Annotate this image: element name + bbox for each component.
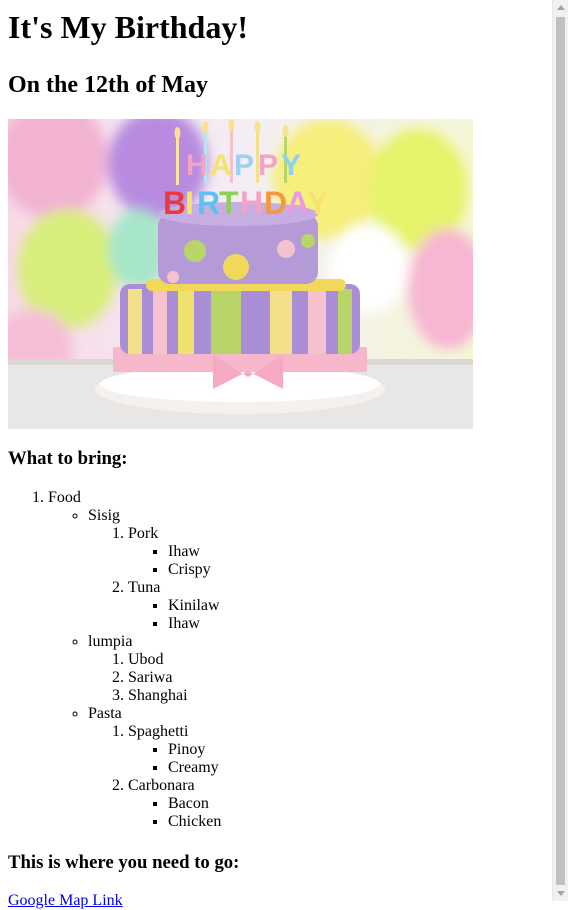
- svg-text:Y: Y: [281, 149, 301, 182]
- list-item: Kinilaw: [168, 597, 548, 615]
- sisig-sublist: Pork Ihaw Crispy Tuna Kinilaw Ihaw: [88, 525, 548, 633]
- list-item-sisig: Sisig Pork Ihaw Crispy Tuna Kinilaw Ihaw: [88, 507, 548, 633]
- list-item-label: Tuna: [128, 579, 161, 596]
- list-item-pork: Pork Ihaw Crispy: [128, 525, 548, 579]
- list-item-spaghetti: Spaghetti Pinoy Creamy: [128, 723, 548, 777]
- list-item: Bacon: [168, 795, 548, 813]
- scroll-up-arrow-icon[interactable]: [557, 5, 565, 10]
- tuna-sublist: Kinilaw Ihaw: [128, 597, 548, 633]
- list-item: Ihaw: [168, 615, 548, 633]
- svg-text:P: P: [258, 149, 278, 182]
- page-subtitle: On the 12th of May: [8, 72, 208, 98]
- svg-text:B: B: [163, 185, 186, 221]
- list-item-label: Sisig: [88, 507, 121, 524]
- svg-text:A: A: [210, 149, 232, 182]
- svg-text:H: H: [240, 185, 263, 221]
- svg-text:Y: Y: [307, 185, 328, 221]
- where-heading: This is where you need to go:: [8, 852, 240, 873]
- list-item-label: Pasta: [88, 705, 122, 722]
- list-item-label: lumpia: [88, 633, 133, 650]
- list-item: Crispy: [168, 561, 548, 579]
- carbonara-sublist: Bacon Chicken: [128, 795, 548, 831]
- list-item: Sariwa: [128, 669, 548, 687]
- vertical-scrollbar[interactable]: [552, 0, 568, 901]
- list-item-tuna: Tuna Kinilaw Ihaw: [128, 579, 548, 633]
- list-item: Shanghai: [128, 687, 548, 705]
- list-item-label: Pork: [128, 525, 159, 542]
- list-item-pasta: Pasta Spaghetti Pinoy Creamy Carbonara B…: [88, 705, 548, 831]
- lumpia-sublist: Ubod Sariwa Shanghai: [88, 651, 548, 705]
- svg-text:T: T: [219, 185, 239, 221]
- list-item: Ihaw: [168, 543, 548, 561]
- svg-text:I: I: [185, 185, 194, 221]
- pasta-sublist: Spaghetti Pinoy Creamy Carbonara Bacon C…: [88, 723, 548, 831]
- svg-text:D: D: [264, 185, 287, 221]
- svg-text:P: P: [234, 149, 254, 182]
- list-item: Ubod: [128, 651, 548, 669]
- list-item-label: Food: [48, 489, 81, 506]
- svg-text:H: H: [186, 149, 208, 182]
- list-item: Pinoy: [168, 741, 548, 759]
- list-item: Creamy: [168, 759, 548, 777]
- pork-sublist: Ihaw Crispy: [128, 543, 548, 579]
- list-item-carbonara: Carbonara Bacon Chicken: [128, 777, 548, 831]
- food-sublist: Sisig Pork Ihaw Crispy Tuna Kinilaw Ihaw: [48, 507, 548, 831]
- page-content: It's My Birthday! On the 12th of May H A…: [8, 0, 548, 910]
- page-title: It's My Birthday!: [8, 9, 248, 45]
- bring-list: Food Sisig Pork Ihaw Crispy Tuna Kinilaw: [8, 489, 548, 831]
- spaghetti-sublist: Pinoy Creamy: [128, 741, 548, 777]
- list-item-lumpia: lumpia Ubod Sariwa Shanghai: [88, 633, 548, 705]
- list-item-label: Spaghetti: [128, 723, 189, 740]
- svg-text:R: R: [197, 185, 220, 221]
- list-item-food: Food Sisig Pork Ihaw Crispy Tuna Kinilaw: [48, 489, 548, 831]
- list-item-label: Carbonara: [128, 777, 195, 794]
- google-map-link[interactable]: Google Map Link: [8, 892, 123, 910]
- list-item: Chicken: [168, 813, 548, 831]
- svg-text:A: A: [286, 185, 309, 221]
- scroll-down-arrow-icon[interactable]: [557, 891, 565, 896]
- scrollbar-thumb[interactable]: [556, 17, 565, 885]
- bring-heading: What to bring:: [8, 448, 128, 469]
- birthday-cake-image: H A P P Y B I R T H D A Y: [8, 119, 473, 429]
